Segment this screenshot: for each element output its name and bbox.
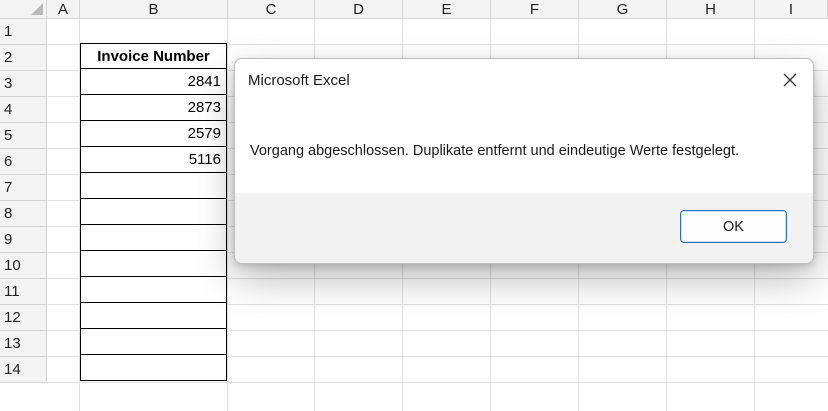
close-button[interactable] [773, 65, 807, 95]
close-icon [783, 73, 797, 87]
row-header-12[interactable]: 12 [0, 305, 47, 331]
gridline [47, 382, 828, 383]
message-dialog: Microsoft Excel Vorgang abgeschlossen. D… [234, 58, 814, 264]
dialog-footer: OK [235, 193, 813, 263]
column-header-i[interactable]: I [755, 0, 828, 19]
row-header-2[interactable]: 2 [0, 45, 47, 71]
column-header-e[interactable]: E [403, 0, 491, 19]
column-header-h[interactable]: H [667, 0, 755, 19]
cell-b1-header[interactable]: Invoice Number [80, 43, 227, 69]
cell-b3[interactable]: 2873 [80, 95, 227, 121]
row-header-14[interactable]: 14 [0, 357, 47, 383]
cell-b4[interactable]: 2579 [80, 121, 227, 147]
column-header-c[interactable]: C [228, 0, 315, 19]
cell-b7[interactable] [80, 199, 227, 225]
cell-b10[interactable] [80, 277, 227, 303]
row-header-10[interactable]: 10 [0, 253, 47, 279]
cell-b13[interactable] [80, 355, 227, 381]
column-header-f[interactable]: F [491, 0, 579, 19]
row-header-8[interactable]: 8 [0, 201, 47, 227]
select-all-triangle-icon [31, 3, 43, 15]
row-header-11[interactable]: 11 [0, 279, 47, 305]
row-header-4[interactable]: 4 [0, 97, 47, 123]
column-header-g[interactable]: G [579, 0, 667, 19]
column-header-b[interactable]: B [80, 0, 228, 19]
row-header-3[interactable]: 3 [0, 71, 47, 97]
cell-b6[interactable] [80, 173, 227, 199]
select-all-corner[interactable] [0, 0, 47, 19]
dialog-title: Microsoft Excel [248, 72, 350, 89]
gridline [227, 19, 228, 411]
dialog-message: Vorgang abgeschlossen. Duplikate entfern… [250, 143, 740, 159]
cell-b5[interactable]: 5116 [80, 147, 227, 173]
ok-button[interactable]: OK [680, 210, 787, 243]
row-header-9[interactable]: 9 [0, 227, 47, 253]
cell-b8[interactable] [80, 225, 227, 251]
cell-b9[interactable] [80, 251, 227, 277]
row-header-13[interactable]: 13 [0, 331, 47, 357]
cell-b12[interactable] [80, 329, 227, 355]
row-header-6[interactable]: 6 [0, 149, 47, 175]
row-header-5[interactable]: 5 [0, 123, 47, 149]
row-header-7[interactable]: 7 [0, 175, 47, 201]
column-header-d[interactable]: D [315, 0, 403, 19]
row-header-1[interactable]: 1 [0, 19, 47, 45]
cell-b11[interactable] [80, 303, 227, 329]
cell-b2[interactable]: 2841 [80, 69, 227, 95]
column-header-a[interactable]: A [47, 0, 80, 19]
